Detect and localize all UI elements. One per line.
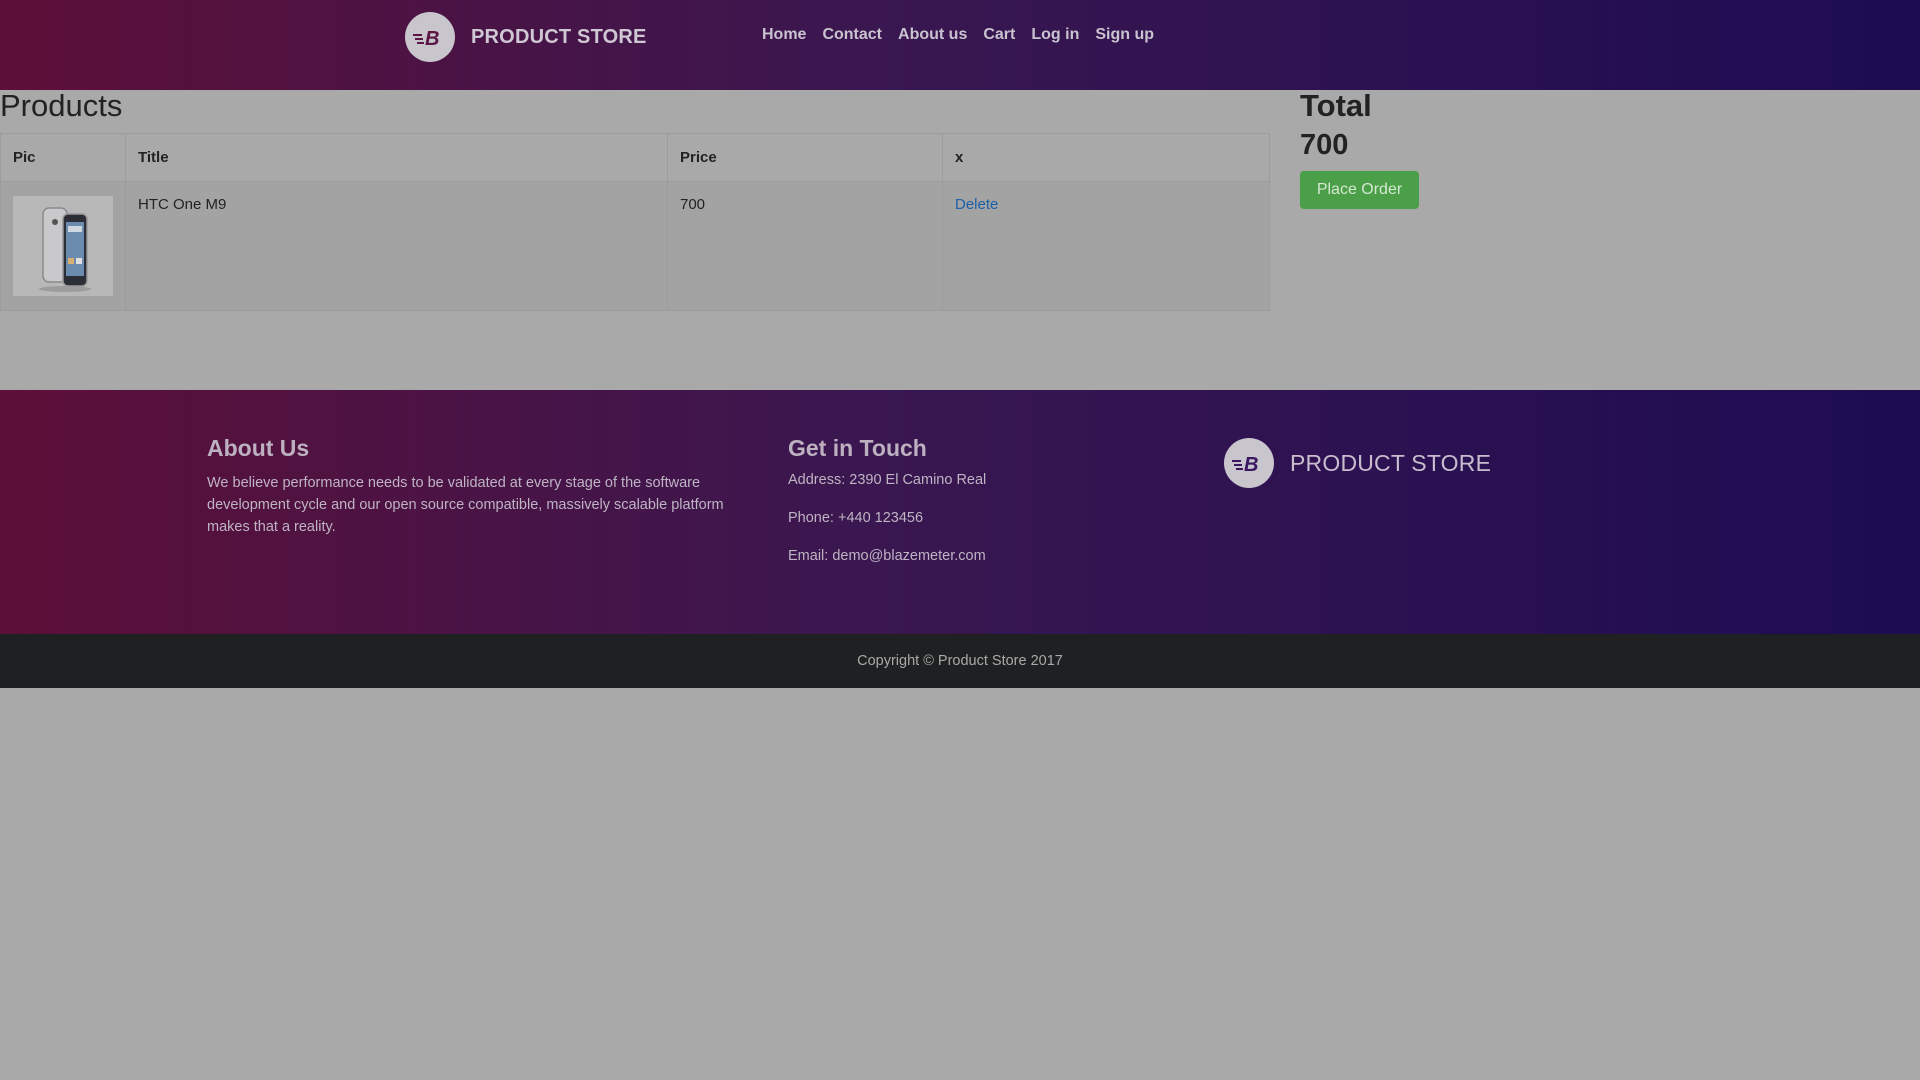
svg-text:B: B [425, 28, 439, 48]
about-us-text: We believe performance needs to be valid… [207, 475, 724, 535]
cell-price: 700 [667, 181, 943, 311]
footer: About Us We believe performance needs to… [0, 390, 1920, 634]
cell-title: HTC One M9 [125, 181, 668, 311]
place-order-button[interactable]: Place Order [1300, 171, 1419, 209]
footer-address: Address: 2390 El Camino Real [788, 472, 987, 488]
nav-log-in[interactable]: Log in [1031, 26, 1079, 44]
cell-pic [0, 181, 126, 311]
brand-name: PRODUCT STORE [471, 25, 647, 48]
svg-text:B: B [1244, 454, 1258, 474]
copyright-text: Copyright © Product Store 2017 [857, 653, 1063, 669]
copyright-bar: Copyright © Product Store 2017 [0, 634, 1920, 688]
footer-phone: Phone: +440 123456 [788, 510, 924, 526]
total-heading: Total [1300, 88, 1372, 123]
phone-image [13, 196, 113, 296]
cell-action: Delete [942, 181, 1270, 311]
total-value: 700 [1300, 129, 1349, 161]
column-header-x: x [942, 133, 1270, 182]
nav-links: Home Contact About us Cart Log in Sign u… [762, 26, 1170, 44]
delete-link[interactable]: Delete [955, 196, 998, 213]
footer-logo-icon: B [1224, 438, 1274, 488]
table-row: HTC One M9 700 Delete [0, 181, 1270, 311]
table-header-row: Pic Title Price x [0, 133, 1270, 182]
column-header-title: Title [125, 133, 668, 182]
get-in-touch-title: Get in Touch [788, 435, 927, 461]
nav-cart[interactable]: Cart [983, 26, 1015, 44]
column-header-price: Price [667, 133, 943, 182]
brand-logo-icon: B [405, 12, 455, 62]
column-header-pic: Pic [0, 133, 126, 182]
about-us-title: About Us [207, 435, 310, 461]
cart-table: Pic Title Price x HTC One M9 700 Delete [0, 133, 1270, 311]
footer-brand: B PRODUCT STORE [1224, 438, 1491, 488]
nav-about-us[interactable]: About us [898, 26, 967, 44]
nav-home[interactable]: Home [762, 26, 806, 44]
nav-sign-up[interactable]: Sign up [1095, 26, 1154, 44]
footer-email: Email: demo@blazemeter.com [788, 548, 986, 564]
products-heading: Products [0, 88, 123, 123]
footer-brand-name: PRODUCT STORE [1290, 449, 1492, 476]
nav-contact[interactable]: Contact [822, 26, 882, 44]
navbar: B PRODUCT STORE Home Contact About us Ca… [0, 0, 1920, 90]
navbar-brand[interactable]: B PRODUCT STORE [405, 12, 647, 62]
